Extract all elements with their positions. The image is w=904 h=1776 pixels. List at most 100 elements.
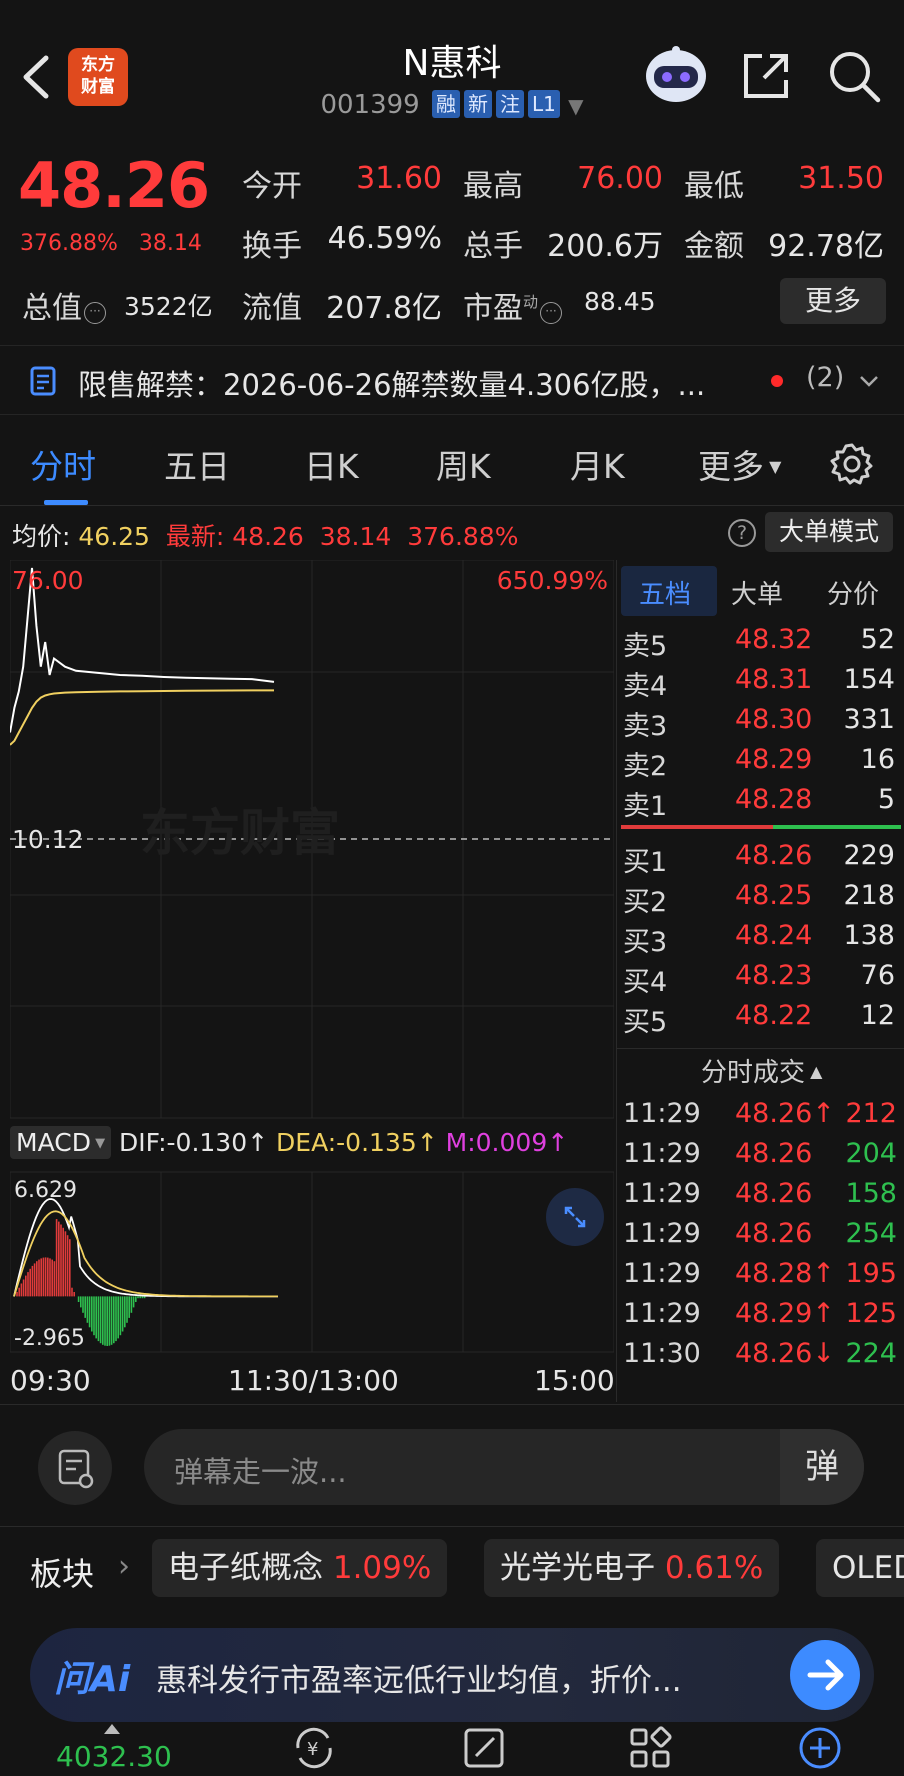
- x-label-open: 09:30: [10, 1364, 91, 1397]
- macd-bar: [22, 1279, 25, 1297]
- ticks-header[interactable]: 分时成交 ▲: [701, 1052, 822, 1089]
- tab-more[interactable]: 更多 ▼: [698, 440, 781, 488]
- tab-five-day[interactable]: 五日: [164, 440, 230, 488]
- chevron-down-icon[interactable]: [858, 373, 880, 389]
- trade-icon[interactable]: ¥: [290, 1724, 338, 1772]
- volume-label: 总手: [463, 229, 523, 264]
- edit-icon[interactable]: [460, 1724, 508, 1772]
- bid-row[interactable]: 买3 48.24 138: [617, 920, 904, 960]
- ask-level-label: 卖3: [623, 711, 668, 742]
- chevron-right-icon[interactable]: ›: [118, 1549, 130, 1584]
- tick-time: 11:29: [623, 1218, 701, 1249]
- unlock-notice[interactable]: 限售解禁：2026-06-26解禁数量4.306亿股，... (2): [0, 345, 904, 415]
- tab-five-levels[interactable]: 五档: [639, 574, 691, 611]
- search-icon[interactable]: [826, 48, 882, 104]
- macd-dropdown[interactable]: MACD ▼: [10, 1126, 112, 1159]
- tag-registration[interactable]: 注: [496, 90, 524, 118]
- tick-time: 11:29: [623, 1298, 701, 1329]
- ask-row[interactable]: 卖5 48.32 52: [617, 624, 904, 664]
- index-value[interactable]: 4032.30: [56, 1740, 172, 1773]
- apps-grid-icon[interactable]: [626, 1724, 674, 1772]
- tick-volume: 254: [845, 1218, 897, 1249]
- chart-canvas: 东方财富: [9, 559, 615, 1353]
- macd-bar: [55, 1219, 58, 1297]
- tick-row: 11:29 48.26↑ 212: [617, 1098, 904, 1142]
- macd-bar: [130, 1296, 133, 1313]
- big-order-mode-button[interactable]: 大单模式: [765, 512, 893, 552]
- ask-ai-bar[interactable]: 问Ai 惠科发行市盈率远低行业均值，折价...: [30, 1628, 874, 1722]
- sector-chip-oled[interactable]: OLED: [816, 1539, 904, 1597]
- latest-change: 38.14: [319, 522, 392, 551]
- more-button[interactable]: 更多: [780, 278, 886, 324]
- macd-bar: [53, 1261, 56, 1297]
- macd-bar: [104, 1296, 106, 1346]
- macd-bar: [84, 1296, 86, 1318]
- bid-row[interactable]: 买4 48.23 76: [617, 960, 904, 1000]
- help-icon[interactable]: ?: [728, 519, 756, 547]
- m-label: M:0.009↑: [445, 1128, 569, 1157]
- danmu-settings-button[interactable]: [38, 1431, 112, 1505]
- ai-send-button[interactable]: [790, 1640, 860, 1710]
- danmu-toggle-button[interactable]: 弹: [780, 1429, 864, 1505]
- tick-volume: 195: [845, 1258, 897, 1289]
- assistant-robot-icon[interactable]: [642, 44, 710, 104]
- total-value-label: 总值 ···: [22, 283, 106, 327]
- gear-icon[interactable]: [830, 442, 874, 486]
- macd-bar: [124, 1296, 126, 1328]
- ask-row[interactable]: 卖1 48.28 5: [617, 784, 904, 824]
- tag-new[interactable]: 新: [464, 90, 492, 118]
- x-label-close: 15:00: [534, 1364, 615, 1397]
- tick-time: 11:29: [623, 1098, 701, 1129]
- pe-info-dots-icon[interactable]: ···: [540, 302, 563, 324]
- ask-row[interactable]: 卖3 48.30 331: [617, 704, 904, 744]
- stock-code: 001399: [320, 90, 420, 120]
- danmu-bar: 弹幕走一波... 弹: [0, 1404, 904, 1524]
- y-max-pct-label: 650.99%: [496, 566, 608, 595]
- bid-row[interactable]: 买5 48.22 12: [617, 1000, 904, 1040]
- tab-intraday[interactable]: 分时: [30, 440, 96, 488]
- expand-button[interactable]: [546, 1188, 604, 1246]
- macd-bar: [33, 1263, 36, 1297]
- macd-bar: [110, 1296, 113, 1345]
- sector-label[interactable]: 板块: [30, 1549, 94, 1595]
- ask-row[interactable]: 卖4 48.31 154: [617, 664, 904, 704]
- notice-text: 限售解禁：2026-06-26解禁数量4.306亿股，...: [78, 368, 706, 402]
- danmu-input[interactable]: 弹幕走一波... 弹: [144, 1429, 864, 1505]
- tab-weekly-k[interactable]: 周K: [436, 440, 491, 488]
- bid-price: 48.26: [735, 840, 813, 871]
- macd-bar: [93, 1296, 95, 1336]
- bid-row[interactable]: 买2 48.25 218: [617, 880, 904, 920]
- macd-bar: [62, 1227, 64, 1297]
- tag-level1[interactable]: L1: [528, 90, 560, 118]
- intraday-chart[interactable]: 东方财富 76.00 650.99% 10.12 MACD ▼ DIF:-0.1…: [9, 559, 615, 1402]
- macd-bar: [86, 1296, 89, 1323]
- tab-big-orders[interactable]: 大单: [731, 574, 783, 611]
- tick-volume: 125: [845, 1298, 897, 1329]
- float-value: 207.8亿: [326, 291, 442, 326]
- ask-level-label: 卖5: [623, 631, 668, 662]
- tick-time: 11:29: [623, 1178, 701, 1209]
- macd-bar: [77, 1296, 80, 1302]
- tag-margin[interactable]: 融: [432, 90, 460, 118]
- tab-monthly-k[interactable]: 月K: [570, 440, 625, 488]
- ask-row[interactable]: 卖2 48.29 16: [617, 744, 904, 784]
- amount-label: 金额: [684, 229, 744, 264]
- share-icon[interactable]: [740, 50, 792, 102]
- info-dots-icon[interactable]: ···: [84, 302, 106, 324]
- macd-bar: [69, 1239, 71, 1297]
- tick-price: 48.29↑: [735, 1298, 835, 1329]
- add-watchlist-icon[interactable]: [796, 1724, 844, 1772]
- total-value: 3522亿: [124, 292, 213, 321]
- tab-daily-k[interactable]: 日K: [304, 440, 359, 488]
- bid-row[interactable]: 买1 48.26 229: [617, 840, 904, 880]
- macd-bar: [71, 1287, 73, 1297]
- turnover-value: 46.59%: [327, 221, 442, 256]
- chevron-down-icon[interactable]: ▼: [568, 94, 583, 118]
- macd-bar: [141, 1296, 144, 1299]
- sector-chip-epaper[interactable]: 电子纸概念 1.09%: [152, 1539, 448, 1597]
- sector-chip-optoelectronics[interactable]: 光学光电子 0.61%: [484, 1539, 780, 1597]
- bid-volume: 218: [843, 880, 895, 911]
- bid-price: 48.22: [735, 1000, 813, 1031]
- macd-bar: [143, 1296, 146, 1299]
- tab-price-distribution[interactable]: 分价: [827, 574, 879, 611]
